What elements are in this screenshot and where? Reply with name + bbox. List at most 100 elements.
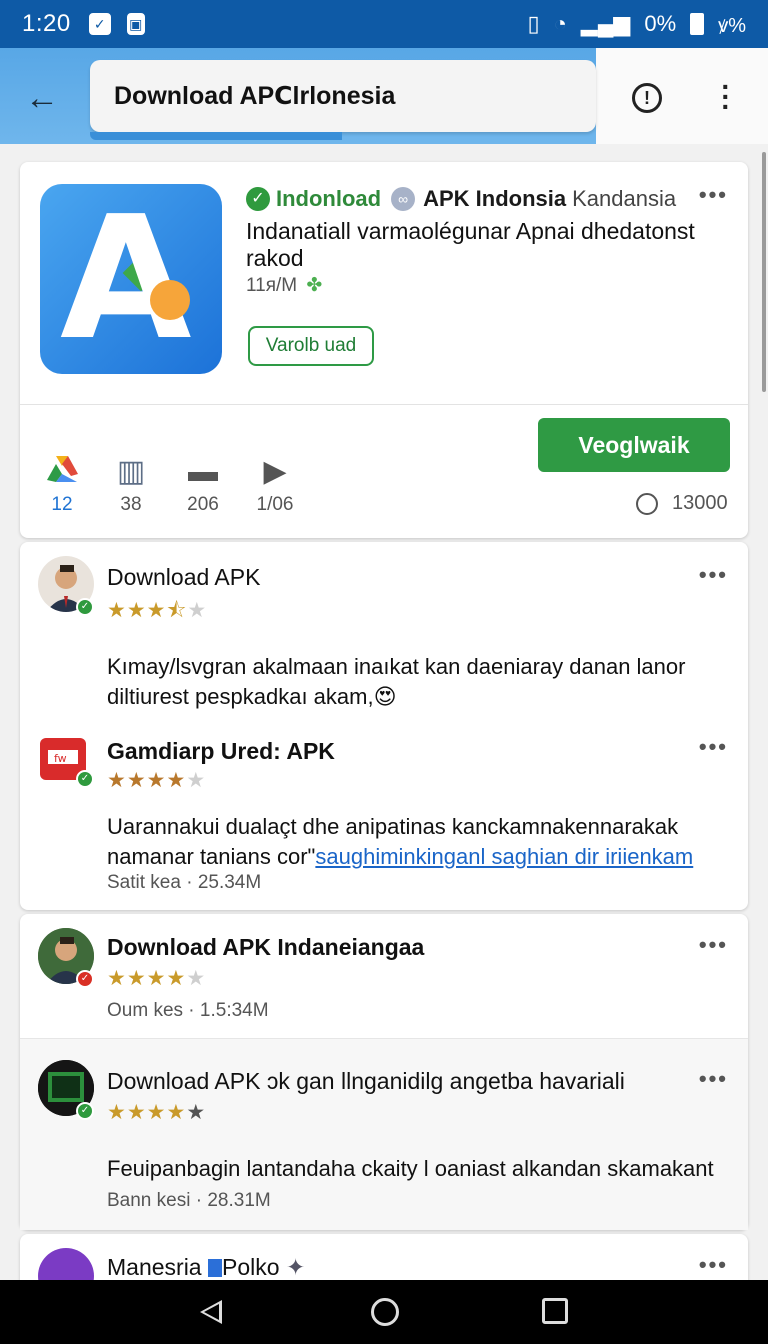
- search-input-value: Download APⅭlrlonesia: [114, 82, 396, 110]
- stat-drive-value: 12: [51, 494, 73, 515]
- stat-map-value: 38: [120, 494, 142, 515]
- notification-lock-icon: ▣: [126, 13, 145, 35]
- list-item-title-main: Manesria: [107, 1254, 202, 1280]
- developer-name[interactable]: Indonload: [276, 186, 381, 212]
- search-progress-bar: [90, 132, 342, 140]
- stat-chat-value: 206: [187, 494, 219, 515]
- list-item-meta: Oum kes · 1.5:34M: [107, 1000, 269, 1021]
- overflow-menu-icon[interactable]: · · ·: [714, 73, 738, 121]
- battery-percent: 0%: [644, 11, 677, 36]
- list-item[interactable]: fw ✓ Gamdiarp Ured: APK ★★★★★ ••• Uarann…: [20, 728, 748, 910]
- svg-text:fw: fw: [54, 752, 67, 765]
- app-logo-dot: [150, 280, 190, 320]
- list-item[interactable]: ✓ Download APK ɔk gan llnganidilg angetb…: [20, 1038, 748, 1230]
- app-bar: ← Download APⅭlrlonesia ! · · ·: [0, 48, 768, 144]
- list-item-title: Download APK ɔk gan llnganidilg angetba …: [107, 1068, 625, 1094]
- pin-icon: ✦: [285, 1254, 306, 1280]
- app-list-card: ✓ Download APK ★★★⯪★ ••• Kımay/lsvgran a…: [20, 542, 748, 910]
- list-item-meta-left: Oum kes: [107, 1000, 184, 1021]
- list-item-text: Uarannakui dualaçt dhe anipatinas kancka…: [107, 812, 727, 872]
- wifi-icon: ◔: [553, 11, 567, 36]
- rating-stars: ★★★★★: [107, 967, 207, 990]
- list-item-meta-size: 25.34M: [197, 872, 262, 893]
- rating-stars: ★★★★★: [107, 769, 207, 792]
- stat-drive[interactable]: 12: [32, 454, 92, 516]
- nav-recents-icon[interactable]: [542, 1298, 568, 1324]
- more-options-icon[interactable]: •••: [699, 562, 728, 588]
- list-item-meta-size: 28.31M: [207, 1190, 271, 1211]
- battery-icon: [690, 13, 705, 35]
- app-logo-icon: A: [40, 184, 222, 374]
- list-item-title: Gamdiarp Ured: APK: [107, 738, 335, 764]
- drive-icon: [32, 454, 92, 490]
- map-icon: ▥: [116, 455, 146, 488]
- play-icon: ▶: [263, 455, 287, 488]
- more-options-icon[interactable]: •••: [699, 932, 728, 958]
- status-bar: 1:20 ✓ ▣ ▯ ◔ ▂▄▆ 0% ꝟ%: [0, 0, 768, 48]
- search-input[interactable]: Download APⅭlrlonesia: [90, 60, 596, 132]
- app-name: APK Indonsia: [423, 186, 567, 211]
- list-item-title: Manesria Polko ✦: [107, 1254, 305, 1281]
- nav-back-icon-inner: [204, 1304, 219, 1320]
- verified-badge-icon: ✓: [76, 970, 94, 988]
- signal-icon: ▂▄▆: [580, 11, 631, 36]
- app-list-card: ✓ Download APK Indaneiangaa ★★★★★ ••• Ou…: [20, 914, 748, 1230]
- rating-stars: ★★★★★: [107, 1101, 207, 1124]
- app-bar-right-panel: [596, 48, 768, 144]
- link-icon: ∞: [391, 187, 416, 211]
- more-options-icon[interactable]: •••: [699, 182, 728, 208]
- list-item-text: Feuipanbagin lantandaha ckaity l oaniast…: [107, 1156, 714, 1181]
- list-item-meta: Satit kea · 25.34M: [107, 872, 262, 893]
- list-item-meta-size: 1.5:34M: [199, 1000, 269, 1021]
- featured-app-card[interactable]: A ✓ Indonload ∞ APK Indonsia Kandansia •…: [20, 162, 748, 538]
- list-item-text: Kımay/lsvgran akalmaan inaıkat kan daeni…: [107, 652, 727, 712]
- install-button[interactable]: Veoglwaik: [538, 418, 730, 472]
- rating-stars: ★★★⯪★: [107, 599, 208, 622]
- stat-play[interactable]: ▶ 1/06: [245, 454, 305, 516]
- verified-check-icon: ✓: [76, 770, 94, 788]
- status-time: 1:20: [22, 10, 71, 37]
- app-logo-letter: A: [60, 184, 192, 374]
- app-size-value: 11ᴙ/M: [246, 275, 298, 296]
- emoji-heart-eyes: 😍: [373, 684, 397, 709]
- list-item-title: Download APK Indaneiangaa: [107, 934, 425, 960]
- list-item[interactable]: ✓ Download APK ★★★⯪★ ••• Kımay/lsvgran a…: [20, 542, 748, 728]
- system-nav-bar: [0, 1280, 768, 1344]
- back-arrow-icon[interactable]: ←: [22, 78, 62, 118]
- views-value: 13000: [672, 492, 728, 514]
- stat-play-value: 1/06: [256, 494, 294, 515]
- verified-check-icon: ✓: [76, 1102, 94, 1120]
- list-item-meta-left: Bann kesi: [107, 1190, 191, 1211]
- app-name-sub: Kandansia: [572, 186, 677, 211]
- divider: [20, 404, 748, 405]
- app-size: 11ᴙ/M ✤: [246, 274, 322, 297]
- list-item-title: Download APK: [107, 564, 261, 590]
- verified-check-icon: ✓: [76, 598, 94, 616]
- more-options-icon[interactable]: •••: [699, 1066, 728, 1092]
- vibrate-icon: ▯: [527, 11, 540, 36]
- charging-icon: ꝟ%: [718, 14, 746, 37]
- flag-icon: [208, 1259, 222, 1277]
- nav-home-icon[interactable]: [371, 1298, 399, 1326]
- more-options-icon[interactable]: •••: [699, 734, 728, 760]
- app-title-row: ✓ Indonload ∞ APK Indonsia Kandansia: [246, 186, 676, 212]
- notification-check-icon: ✓: [88, 13, 111, 35]
- clover-icon: ✤: [306, 275, 323, 296]
- more-options-icon[interactable]: •••: [699, 1252, 728, 1278]
- list-item-meta-left: Satit kea: [107, 872, 181, 893]
- verified-check-icon: ✓: [246, 187, 270, 211]
- chat-icon: ▬: [188, 455, 218, 488]
- secondary-action-button[interactable]: Varolb uad: [248, 326, 374, 366]
- status-right: ▯ ◔ ▂▄▆ 0% ꝟ%: [528, 11, 746, 38]
- info-icon[interactable]: !: [632, 83, 662, 113]
- stat-map[interactable]: ▥ 38: [101, 454, 161, 516]
- views-count: 13000: [636, 492, 728, 515]
- search-icon: [636, 492, 658, 515]
- list-item-meta: Bann kesi · 28.31M: [107, 1190, 271, 1211]
- list-item[interactable]: ✓ Download APK Indaneiangaa ★★★★★ ••• Ou…: [20, 914, 748, 1038]
- list-item-title-suffix: Polko: [222, 1254, 280, 1280]
- stat-chat[interactable]: ▬ 206: [173, 454, 233, 516]
- list-item-link[interactable]: saughiminkinganl saghian dir iriienkam: [315, 844, 693, 869]
- app-description: Indanatiall varmaolégunar Apnai dhedaton…: [246, 218, 695, 271]
- scrollbar[interactable]: [762, 152, 766, 392]
